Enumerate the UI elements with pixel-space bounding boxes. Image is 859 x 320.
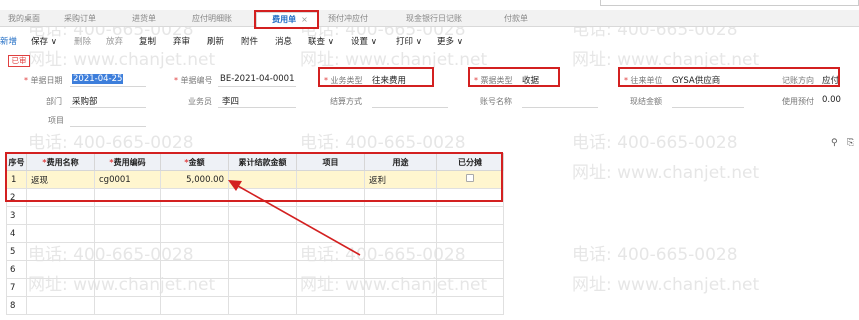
- annotation-arrow-icon: [228, 180, 361, 256]
